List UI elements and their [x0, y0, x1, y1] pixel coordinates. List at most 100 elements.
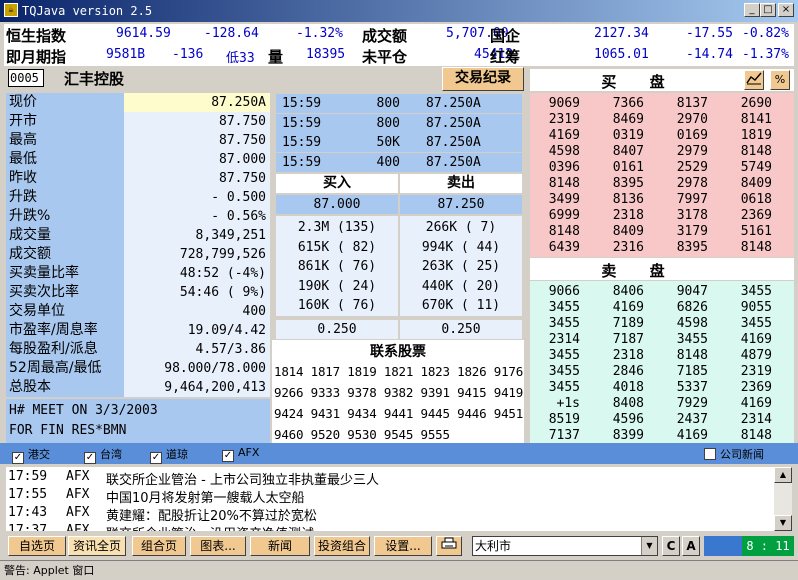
- broker-id[interactable]: 8148: [530, 224, 580, 240]
- broker-id[interactable]: 5749: [722, 160, 772, 176]
- close-button[interactable]: ×: [778, 3, 794, 17]
- broker-id[interactable]: 7189: [594, 316, 644, 332]
- broker-id[interactable]: 5337: [658, 380, 708, 396]
- broker-id[interactable]: 4169: [530, 128, 580, 144]
- market-select[interactable]: 大利市 ▼: [472, 536, 658, 556]
- a-button[interactable]: A: [682, 536, 700, 556]
- broker-id[interactable]: 8136: [594, 192, 644, 208]
- minimize-button[interactable]: _: [744, 3, 760, 17]
- news-item[interactable]: 17:59 AFX 联交所企业管治 - 上市公司独立非执董最少三人: [8, 469, 768, 488]
- broker-id[interactable]: 8137: [658, 96, 708, 112]
- broker-id[interactable]: 4018: [594, 380, 644, 396]
- watchlist-button[interactable]: 自选页: [8, 536, 66, 556]
- broker-id[interactable]: 4596: [594, 412, 644, 428]
- broker-id[interactable]: 8519: [530, 412, 580, 428]
- broker-id[interactable]: 3178: [658, 208, 708, 224]
- scroll-up-arrow[interactable]: ▲: [774, 467, 792, 483]
- related-stocks-line[interactable]: 1814 1817 1819 1821 1823 1826 9176: [274, 364, 523, 379]
- related-stocks-line[interactable]: 9266 9333 9378 9382 9391 9415 9419: [274, 385, 523, 400]
- settings-button[interactable]: 设置...: [374, 536, 432, 556]
- broker-id[interactable]: 4169: [722, 332, 772, 348]
- broker-id[interactable]: 8141: [722, 112, 772, 128]
- broker-id[interactable]: 0319: [594, 128, 644, 144]
- broker-id[interactable]: 8148: [722, 428, 772, 444]
- company-news-checkbox[interactable]: 公司新闻: [704, 446, 764, 461]
- broker-id[interactable]: 2314: [530, 332, 580, 348]
- broker-id[interactable]: 2846: [594, 364, 644, 380]
- checkbox[interactable]: ✓: [84, 452, 96, 464]
- news-item[interactable]: 17:55 AFX 中国10月将发射第一艘载人太空船: [8, 487, 768, 506]
- broker-id[interactable]: 9069: [530, 96, 580, 112]
- filter-checkbox[interactable]: ✓ 港交: [12, 446, 50, 464]
- broker-id[interactable]: 4169: [722, 396, 772, 412]
- broker-id[interactable]: 8399: [594, 428, 644, 444]
- broker-id[interactable]: 8395: [594, 176, 644, 192]
- filter-checkbox[interactable]: ✓ AFX: [222, 446, 259, 462]
- broker-id[interactable]: 8406: [594, 284, 644, 300]
- broker-id[interactable]: 5161: [722, 224, 772, 240]
- filter-checkbox[interactable]: ✓ 道琼: [150, 446, 188, 464]
- broker-id[interactable]: 4879: [722, 348, 772, 364]
- related-stocks-line[interactable]: 9460 9520 9530 9545 9555: [274, 427, 450, 442]
- checkbox[interactable]: ✓: [12, 452, 24, 464]
- broker-id[interactable]: 3455: [530, 380, 580, 396]
- broker-id[interactable]: 4169: [594, 300, 644, 316]
- news-item[interactable]: 17:43 AFX 黄建耀：配股折让20%不算过於宽松: [8, 505, 768, 524]
- broker-id[interactable]: 2318: [594, 208, 644, 224]
- broker-id[interactable]: 8148: [722, 144, 772, 160]
- broker-id[interactable]: 7997: [658, 192, 708, 208]
- percent-icon[interactable]: %: [770, 70, 790, 90]
- maximize-button[interactable]: □: [760, 3, 776, 17]
- broker-id[interactable]: 9047: [658, 284, 708, 300]
- broker-id[interactable]: 0396: [530, 160, 580, 176]
- broker-id[interactable]: 8148: [722, 240, 772, 256]
- checkbox[interactable]: ✓: [150, 452, 162, 464]
- c-button[interactable]: C: [662, 536, 680, 556]
- broker-id[interactable]: 2319: [530, 112, 580, 128]
- broker-id[interactable]: 6439: [530, 240, 580, 256]
- broker-id[interactable]: 3455: [722, 284, 772, 300]
- broker-id[interactable]: 0161: [594, 160, 644, 176]
- portfolio-page-button[interactable]: 组合页: [132, 536, 186, 556]
- broker-id[interactable]: 3179: [658, 224, 708, 240]
- broker-id[interactable]: 3455: [530, 364, 580, 380]
- broker-id[interactable]: 2970: [658, 112, 708, 128]
- broker-id[interactable]: 8409: [594, 224, 644, 240]
- print-icon[interactable]: [436, 536, 462, 556]
- filter-checkbox[interactable]: ✓ 台湾: [84, 446, 122, 464]
- chevron-down-icon[interactable]: ▼: [641, 537, 657, 555]
- broker-id[interactable]: 7187: [594, 332, 644, 348]
- trade-record-button[interactable]: 交易纪录: [442, 67, 524, 91]
- broker-id[interactable]: 7929: [658, 396, 708, 412]
- broker-id[interactable]: 3455: [530, 316, 580, 332]
- broker-id[interactable]: 2316: [594, 240, 644, 256]
- related-stocks-line[interactable]: 9424 9431 9434 9441 9445 9446 9451: [274, 406, 523, 421]
- chart-icon[interactable]: [744, 70, 764, 90]
- broker-id[interactable]: 2314: [722, 412, 772, 428]
- broker-id[interactable]: 2529: [658, 160, 708, 176]
- info-page-button[interactable]: 资讯全页: [68, 536, 126, 556]
- broker-id[interactable]: 2979: [658, 144, 708, 160]
- broker-id[interactable]: 7137: [530, 428, 580, 444]
- broker-id[interactable]: 2978: [658, 176, 708, 192]
- broker-id[interactable]: 4169: [658, 428, 708, 444]
- broker-id[interactable]: 2319: [722, 364, 772, 380]
- broker-id[interactable]: 8148: [658, 348, 708, 364]
- chart-button[interactable]: 图表...: [190, 536, 246, 556]
- scroll-down-arrow[interactable]: ▼: [774, 515, 792, 531]
- broker-id[interactable]: 0618: [722, 192, 772, 208]
- broker-id[interactable]: 2369: [722, 380, 772, 396]
- broker-id[interactable]: 9055: [722, 300, 772, 316]
- broker-id[interactable]: 3455: [658, 332, 708, 348]
- broker-id[interactable]: 0169: [658, 128, 708, 144]
- broker-id[interactable]: 7366: [594, 96, 644, 112]
- checkbox[interactable]: [704, 448, 716, 460]
- stock-code-input[interactable]: 0005: [8, 69, 44, 87]
- broker-id[interactable]: 8407: [594, 144, 644, 160]
- broker-id[interactable]: 6999: [530, 208, 580, 224]
- news-item[interactable]: 17:37 AFX 联交所企业管治 - 没用资产净值测试: [8, 523, 768, 531]
- broker-id[interactable]: 2437: [658, 412, 708, 428]
- broker-id[interactable]: 6826: [658, 300, 708, 316]
- broker-id[interactable]: 1819: [722, 128, 772, 144]
- broker-id[interactable]: 2318: [594, 348, 644, 364]
